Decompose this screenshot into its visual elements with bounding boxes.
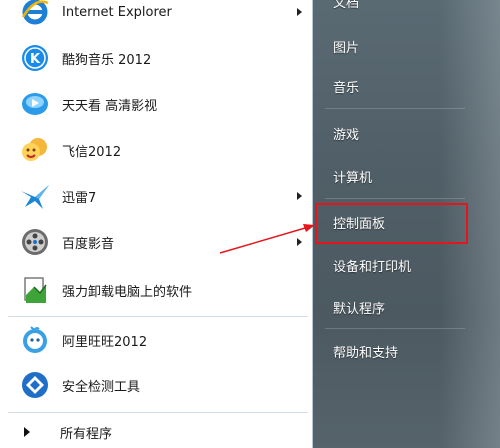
menu-separator	[325, 108, 465, 109]
program-tiantiankan[interactable]: 天天看 高清影视	[0, 84, 312, 124]
program-uninstaller[interactable]: 强力卸载电脑上的软件	[0, 270, 312, 310]
security-scan-icon	[18, 368, 52, 402]
program-label: 迅雷7	[62, 190, 97, 206]
submenu-arrow-icon	[297, 8, 302, 16]
start-menu-programs-pane: Internet Explorer K 酷狗音乐 2012 天天看 高清影视 飞…	[0, 0, 313, 448]
place-help-support[interactable]: 帮助和支持	[333, 342, 398, 361]
program-security-scan[interactable]: 安全检测工具	[0, 365, 312, 405]
menu-separator	[8, 316, 308, 317]
program-internet-explorer[interactable]: Internet Explorer	[0, 0, 312, 32]
program-label: 酷狗音乐 2012	[62, 52, 152, 68]
program-label: Internet Explorer	[62, 4, 172, 20]
program-fetion[interactable]: 飞信2012	[0, 130, 312, 170]
program-label: 安全检测工具	[62, 379, 141, 395]
place-computer[interactable]: 计算机	[333, 167, 372, 186]
place-devices-printers[interactable]: 设备和打印机	[333, 256, 411, 275]
menu-separator	[325, 328, 465, 329]
program-label: 飞信2012	[62, 144, 122, 160]
kugou-icon: K	[18, 41, 52, 75]
tiantiankan-icon	[18, 87, 52, 121]
menu-separator	[325, 198, 465, 199]
program-label: 强力卸载电脑上的软件	[62, 284, 193, 300]
control-panel-highlight-box	[315, 203, 468, 244]
place-default-programs[interactable]: 默认程序	[333, 298, 385, 317]
ie-icon	[18, 0, 52, 29]
aliwangwang-icon	[18, 323, 52, 357]
place-music[interactable]: 音乐	[333, 77, 359, 96]
program-label: 天天看 高清影视	[62, 98, 158, 114]
place-pictures[interactable]: 图片	[333, 37, 359, 56]
program-baidu-player[interactable]: 百度影音	[0, 222, 312, 262]
all-programs-label: 所有程序	[60, 427, 113, 442]
uninstaller-icon	[18, 273, 52, 307]
menu-separator	[8, 412, 308, 413]
program-xunlei[interactable]: 迅雷7	[0, 176, 312, 216]
xunlei-icon	[18, 179, 52, 213]
program-kugou-music[interactable]: K 酷狗音乐 2012	[0, 38, 312, 78]
program-label: 百度影音	[62, 236, 115, 252]
expand-arrow-icon	[24, 427, 30, 437]
all-programs-button[interactable]: 所有程序	[0, 418, 312, 448]
program-label: 阿里旺旺2012	[62, 334, 148, 350]
place-games[interactable]: 游戏	[333, 124, 359, 143]
submenu-arrow-icon	[297, 238, 302, 246]
svg-text:K: K	[30, 52, 41, 67]
baidu-player-icon	[18, 225, 52, 259]
program-aliwangwang[interactable]: 阿里旺旺2012	[0, 320, 312, 360]
place-documents[interactable]: 文档	[333, 0, 359, 11]
fetion-icon	[18, 133, 52, 167]
submenu-arrow-icon	[297, 192, 302, 200]
